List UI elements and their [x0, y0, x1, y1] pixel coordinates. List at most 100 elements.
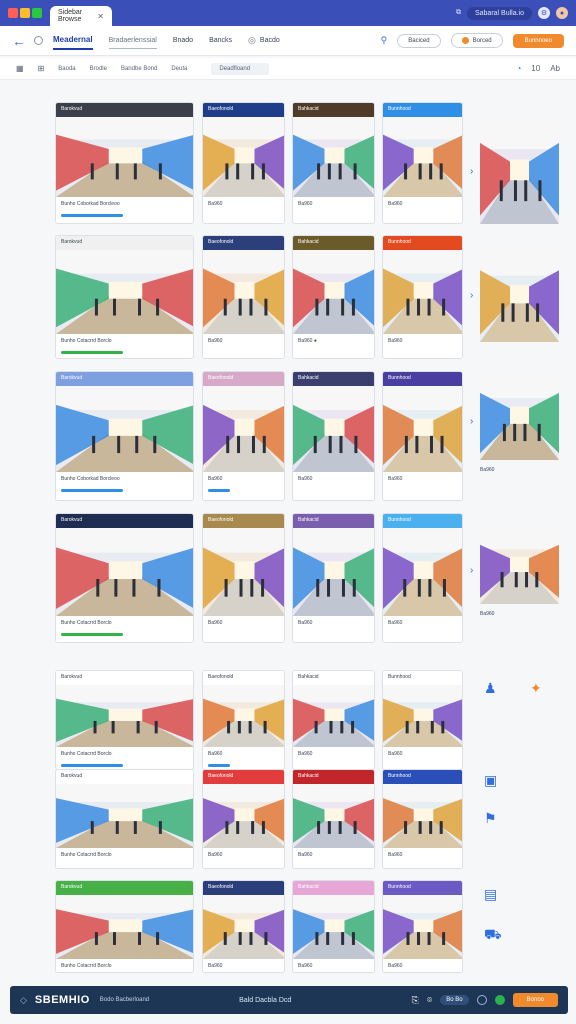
list-view-icon[interactable]: ⊞: [38, 64, 45, 73]
card-thumbnail[interactable]: [293, 784, 374, 848]
pin-icon[interactable]: ⚲: [381, 35, 388, 46]
chevron-right-icon[interactable]: ›: [470, 290, 473, 301]
store-card[interactable]: Bunnhood Ba960: [382, 513, 463, 643]
store-card[interactable]: Bahkacid Ba960 ●: [292, 235, 375, 359]
store-card[interactable]: Bunnhood Ba960: [382, 769, 463, 869]
store-card[interactable]: Bunnhood Ba960: [382, 371, 463, 501]
minimize-window-icon[interactable]: [20, 8, 30, 18]
primary-button[interactable]: Bunnnoeo: [512, 33, 564, 48]
store-card[interactable]: Bahkacid Ba960: [292, 371, 375, 501]
toolbar-count[interactable]: 10: [531, 64, 540, 73]
card-thumbnail[interactable]: [293, 528, 374, 616]
card-thumbnail[interactable]: [56, 528, 193, 616]
globe-icon[interactable]: ◎: [248, 35, 256, 46]
store-card[interactable]: Barokvud Bunho Cotacrrd Borclo: [55, 880, 194, 973]
nav-item-banks[interactable]: Bancks: [209, 33, 232, 48]
card-thumbnail[interactable]: [293, 685, 374, 747]
status-icon[interactable]: [476, 995, 487, 1005]
store-card[interactable]: Baeofonold Ba960: [202, 880, 285, 973]
footer-chip[interactable]: Bo Bo: [440, 995, 469, 1005]
card-thumbnail[interactable]: [293, 895, 374, 959]
store-card[interactable]: Bunnhood Ba960: [382, 235, 463, 359]
card-thumbnail[interactable]: [56, 895, 193, 959]
toolbar-item-4[interactable]: Deuta: [171, 66, 187, 72]
store-card[interactable]: Barokvud Bunho Cotacrrd Borclo: [55, 769, 194, 869]
store-card[interactable]: Baeofonold Ba960: [202, 769, 285, 869]
store-card[interactable]: Bahkacid Ba960: [292, 102, 375, 224]
store-card[interactable]: Bahkacid Ba960: [292, 769, 375, 869]
tab-close-icon[interactable]: ✕: [97, 12, 104, 21]
toolbar-item-3[interactable]: Bandbe Bond: [121, 66, 157, 72]
filter-input[interactable]: Deadfloand: [211, 62, 270, 75]
card-thumbnail[interactable]: [383, 528, 462, 616]
card-thumbnail[interactable]: [293, 250, 374, 334]
card-thumbnail[interactable]: [203, 250, 284, 334]
store-card[interactable]: Bahkacid Ba960: [292, 670, 375, 770]
accent-button[interactable]: Borced: [450, 33, 503, 48]
card-thumbnail[interactable]: [56, 685, 193, 747]
card-thumbnail[interactable]: [203, 386, 284, 472]
store-card[interactable]: Bunnhood Ba960: [382, 102, 463, 224]
back-arrow-icon[interactable]: ←: [12, 33, 28, 49]
card-thumbnail[interactable]: [56, 784, 193, 848]
store-card[interactable]: Barokvud Bunho Cotacrrd Borclo: [55, 513, 194, 643]
side-preview[interactable]: [480, 120, 559, 224]
expand-icon[interactable]: ◇: [20, 995, 27, 1006]
share-icon[interactable]: ⎘: [412, 995, 419, 1006]
nav-item-home[interactable]: Meadernal: [53, 31, 93, 50]
card-thumbnail[interactable]: [56, 386, 193, 472]
camera-icon[interactable]: ⌾: [427, 995, 432, 1006]
window-controls[interactable]: [8, 8, 42, 18]
store-card[interactable]: Bahkacid Ba960: [292, 513, 375, 643]
card-thumbnail[interactable]: [383, 685, 462, 747]
store-card[interactable]: Baeofonold Ba960: [202, 670, 285, 770]
card-thumbnail[interactable]: [293, 117, 374, 197]
store-card[interactable]: Bunnhood Ba960: [382, 880, 463, 973]
close-window-icon[interactable]: [8, 8, 18, 18]
online-status-icon[interactable]: [494, 995, 505, 1005]
side-preview[interactable]: Ba960: [480, 374, 559, 473]
maximize-window-icon[interactable]: [32, 8, 42, 18]
card-thumbnail[interactable]: [383, 386, 462, 472]
card-thumbnail[interactable]: [383, 250, 462, 334]
footer-cta-button[interactable]: Bonoo: [512, 993, 558, 1007]
nav-item-brands[interactable]: Bnado: [173, 33, 193, 48]
refresh-icon[interactable]: [34, 36, 43, 45]
toolbar-item-1[interactable]: Baoda: [58, 66, 75, 72]
store-card[interactable]: Barokvud Bunho Coborkad Borcleoo: [55, 371, 194, 501]
nav-item-backdrop[interactable]: Bacdo: [260, 33, 280, 48]
card-thumbnail[interactable]: [383, 895, 462, 959]
store-card[interactable]: Barokvud Bunho Coborkad Borcleoo: [55, 102, 194, 224]
avatar[interactable]: ●: [556, 7, 568, 19]
card-thumbnail[interactable]: [383, 117, 462, 197]
extension-icon[interactable]: ⧉: [456, 9, 461, 17]
help-icon[interactable]: ◔: [516, 64, 521, 73]
settings-icon[interactable]: ⚙: [538, 7, 550, 19]
card-thumbnail[interactable]: [383, 784, 462, 848]
store-card[interactable]: Baeofonold Ba960: [202, 102, 285, 224]
card-thumbnail[interactable]: [203, 528, 284, 616]
browser-tab[interactable]: Sidebar Browse ✕: [50, 6, 112, 26]
toolbar-ab[interactable]: Ab: [550, 64, 560, 73]
card-thumbnail[interactable]: [56, 117, 193, 197]
store-card[interactable]: Baeofonold Ba960: [202, 513, 285, 643]
store-card[interactable]: Baeofonold Ba960: [202, 235, 285, 359]
grid-view-icon[interactable]: ▦: [16, 64, 24, 73]
chevron-right-icon[interactable]: ›: [470, 416, 473, 427]
store-card[interactable]: Barokvud Bunho Cotacrrd Borclo: [55, 235, 194, 359]
side-preview[interactable]: Ba960: [480, 528, 559, 617]
toolbar-item-2[interactable]: Brodle: [90, 66, 107, 72]
card-thumbnail[interactable]: [203, 895, 284, 959]
nav-item-browse[interactable]: Bradaerlenssial: [108, 33, 157, 49]
card-thumbnail[interactable]: [203, 685, 284, 747]
chevron-right-icon[interactable]: ›: [470, 565, 473, 576]
store-card[interactable]: Bahkacid Ba960: [292, 880, 375, 973]
outline-button[interactable]: Baciced: [397, 33, 441, 48]
chevron-right-icon[interactable]: ›: [470, 166, 473, 177]
store-card[interactable]: Bunnhood Ba960: [382, 670, 463, 770]
card-thumbnail[interactable]: [203, 784, 284, 848]
card-thumbnail[interactable]: [56, 250, 193, 334]
side-preview[interactable]: [480, 250, 559, 342]
window-pill[interactable]: Sabaral Bulla.io: [466, 6, 532, 20]
store-card[interactable]: Barokvud Bunho Cotacrrd Borclo: [55, 670, 194, 770]
